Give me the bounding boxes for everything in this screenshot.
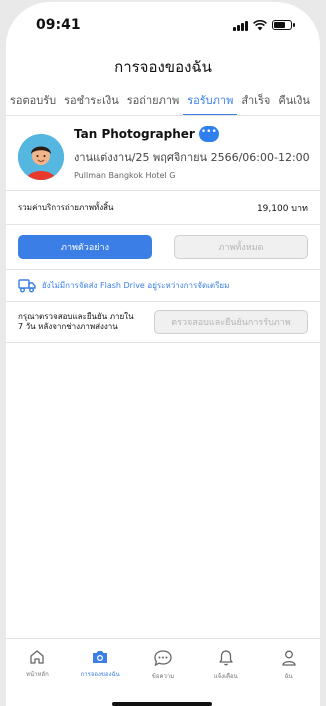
home-indicator [112,702,212,706]
tab-pending-accept[interactable]: รอตอบรับ [6,86,60,115]
chat-bubble-icon[interactable]: ••• [198,126,219,142]
nav-home[interactable]: หน้าหลัก [9,649,65,706]
tab-refund[interactable]: คืนเงิน [274,86,314,115]
booking-tabs: รอตอบรับ รอชำระเงิน รอถ่ายภาพ รอรับภาพ ส… [6,86,320,116]
booking-details: งานแต่งงาน/25 พฤศจิกายน 2566/06:00-12:00… [74,151,312,164]
confirm-row: กรุณาตรวจสอบและยืนยัน ภายใน 7 วัน หลังจา… [6,302,320,343]
bell-icon [219,650,233,666]
nav-notifications-label: แจ้งเตือน [213,673,238,680]
total-row: รวมค่าบริการถ่ายภาพทั้งสิ้น 19,100 บาท [6,191,320,225]
all-photos-button[interactable]: ภาพทั้งหมด [174,235,308,259]
nav-my-bookings-label: การจองของฉัน [80,671,120,678]
flash-drive-notice: ยังไม่มีการจัดส่ง Flash Drive อยู่ระหว่า… [6,270,320,302]
photographer-avatar[interactable] [18,134,64,180]
bottom-nav: หน้าหลัก การจองของฉัน ข้อความ แจ้งเตือน … [6,638,320,706]
page-title: การจองของฉัน [114,58,212,76]
signal-icon [233,20,248,31]
wifi-icon [253,19,267,30]
booking-card: Tan Photographer ••• งานแต่งงาน/25 พฤศจิ… [6,116,320,191]
truck-icon [18,278,36,292]
tab-pending-shoot[interactable]: รอถ่ายภาพ [123,86,183,115]
tab-completed[interactable]: สำเร็จ [237,86,274,115]
battery-icon [272,20,295,30]
nav-notifications[interactable]: แจ้งเตือน [198,649,254,706]
photo-buttons: ภาพตัวอย่าง ภาพทั้งหมด [6,225,320,270]
avatar-illustration [18,134,64,180]
camera-icon [93,651,108,663]
status-time: 09:41 [36,17,81,33]
nav-messages-label: ข้อความ [151,673,175,680]
confirm-receipt-button[interactable]: ตรวจสอบและยืนยันการรับภาพ [154,310,308,334]
confirm-instruction: กรุณาตรวจสอบและยืนยัน ภายใน 7 วัน หลังจา… [18,312,134,331]
total-amount: 19,100 บาท [256,203,308,214]
tab-pending-receive[interactable]: รอรับภาพ [183,86,238,115]
nav-messages[interactable]: ข้อความ [135,649,191,706]
user-icon [281,650,296,666]
chat-icon [154,650,172,667]
notice-text: ยังไม่มีการจัดส่ง Flash Drive อยู่ระหว่า… [42,281,230,290]
total-label: รวมค่าบริการถ่ายภาพทั้งสิ้น [18,203,114,212]
status-bar: 09:41 [6,2,320,48]
photographer-name: Tan Photographer [74,127,195,141]
tab-pending-payment[interactable]: รอชำระเงิน [60,86,123,115]
nav-profile[interactable]: ฉัน [261,649,317,706]
nav-profile-label: ฉัน [284,673,293,680]
nav-my-bookings[interactable]: การจองของฉัน [72,649,128,706]
phone-screen: 09:41 การจองของฉัน รอตอบรับ รอชำระเงิน ร… [6,2,320,706]
status-icons [233,19,295,31]
sample-photos-button[interactable]: ภาพตัวอย่าง [18,235,152,259]
home-icon [30,650,45,664]
booking-venue: Pullman Bangkok Hotel G [74,171,176,180]
nav-home-label: หน้าหลัก [26,671,49,678]
